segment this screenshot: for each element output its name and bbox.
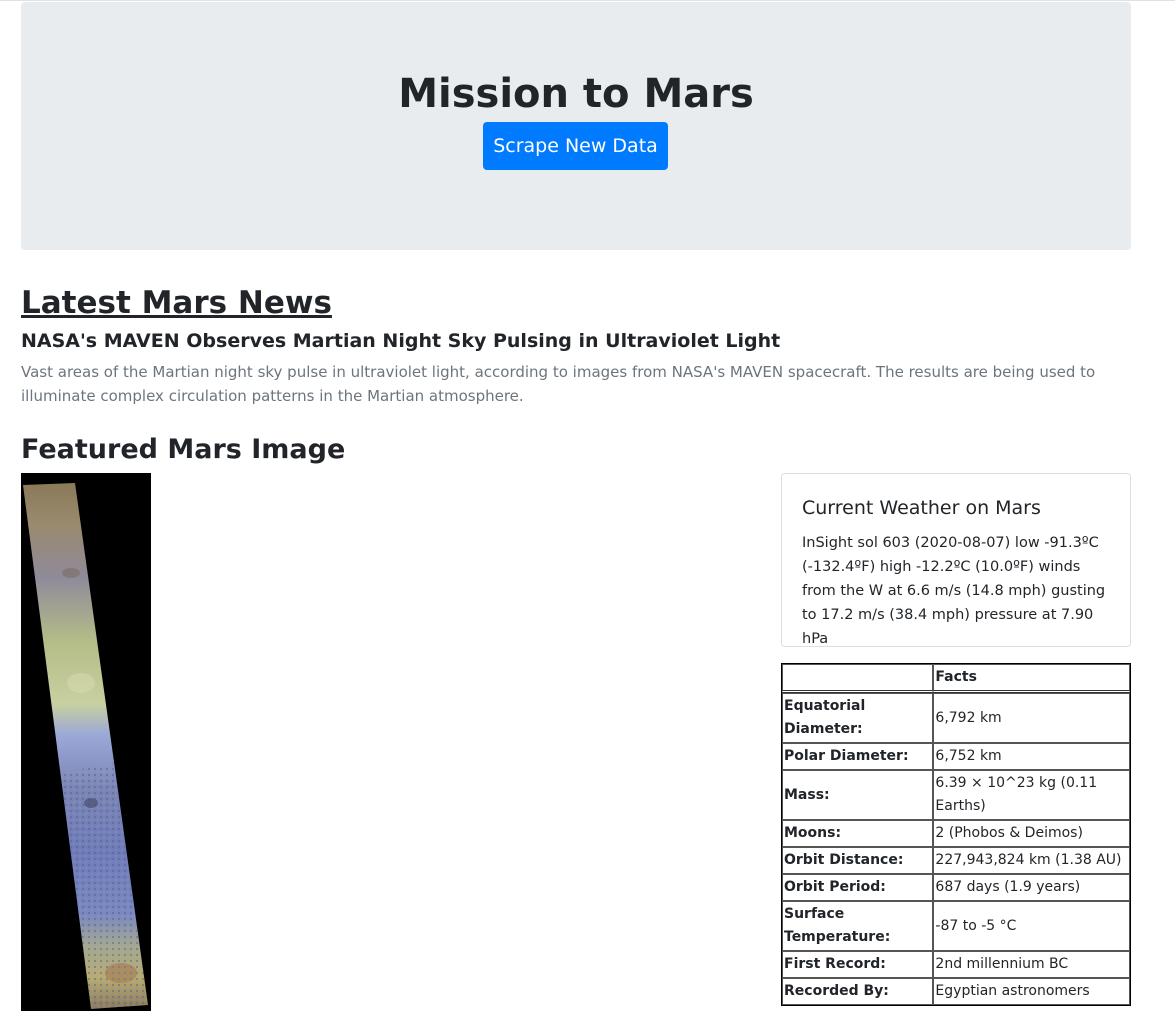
top-divider <box>0 0 1175 1</box>
scrape-new-data-button[interactable]: Scrape New Data <box>483 122 668 170</box>
facts-header-label: Facts <box>933 664 1130 693</box>
fact-label: Mass: <box>782 770 934 820</box>
weather-title: Current Weather on Mars <box>802 497 1041 519</box>
table-row: Mass: 6.39 × 10^23 kg (0.11 Earths) <box>782 770 1130 820</box>
fact-label: Surface Temperature: <box>782 901 934 951</box>
fact-label: Orbit Distance: <box>782 847 934 874</box>
table-row: Orbit Period: 687 days (1.9 years) <box>782 874 1130 901</box>
table-row: Equatorial Diameter: 6,792 km <box>782 693 1130 743</box>
page-title: Mission to Mars <box>398 71 754 117</box>
fact-value: 2nd millennium BC <box>933 951 1130 978</box>
jumbotron-header: Mission to Mars Scrape New Data <box>21 2 1131 250</box>
fact-value: -87 to -5 °C <box>933 901 1130 951</box>
table-row: Surface Temperature: -87 to -5 °C <box>782 901 1130 951</box>
fact-value: Egyptian astronomers <box>933 978 1130 1005</box>
fact-value: 6,792 km <box>933 693 1130 743</box>
weather-report: InSight sol 603 (2020-08-07) low -91.3ºC… <box>802 535 1106 647</box>
table-row: Moons: 2 (Phobos & Deimos) <box>782 820 1130 847</box>
fact-value: 227,943,824 km (1.38 AU) <box>933 847 1130 874</box>
fact-label: Equatorial Diameter: <box>782 693 934 743</box>
fact-label: Orbit Period: <box>782 874 934 901</box>
table-row: Recorded By: Egyptian astronomers <box>782 978 1130 1005</box>
news-title: NASA's MAVEN Observes Martian Night Sky … <box>21 330 781 352</box>
featured-image-heading: Featured Mars Image <box>21 434 346 465</box>
fact-label: Polar Diameter: <box>782 743 934 770</box>
latest-news-heading: Latest Mars News <box>21 285 332 321</box>
facts-header-row: Facts <box>782 664 1130 693</box>
fact-value: 6.39 × 10^23 kg (0.11 Earths) <box>933 770 1130 820</box>
facts-header-blank <box>782 664 934 693</box>
weather-card: Current Weather on Mars InSight sol 603 … <box>781 473 1131 647</box>
fact-label: Recorded By: <box>782 978 934 1005</box>
news-teaser: Vast areas of the Martian night sky puls… <box>21 363 1096 405</box>
mars-facts-table: Facts Equatorial Diameter: 6,792 km Pola… <box>781 663 1131 1006</box>
featured-mars-image <box>21 473 151 1011</box>
fact-value: 2 (Phobos & Deimos) <box>933 820 1130 847</box>
fact-value: 6,752 km <box>933 743 1130 770</box>
table-row: Polar Diameter: 6,752 km <box>782 743 1130 770</box>
fact-label: First Record: <box>782 951 934 978</box>
table-row: First Record: 2nd millennium BC <box>782 951 1130 978</box>
table-row: Orbit Distance: 227,943,824 km (1.38 AU) <box>782 847 1130 874</box>
fact-value: 687 days (1.9 years) <box>933 874 1130 901</box>
fact-label: Moons: <box>782 820 934 847</box>
